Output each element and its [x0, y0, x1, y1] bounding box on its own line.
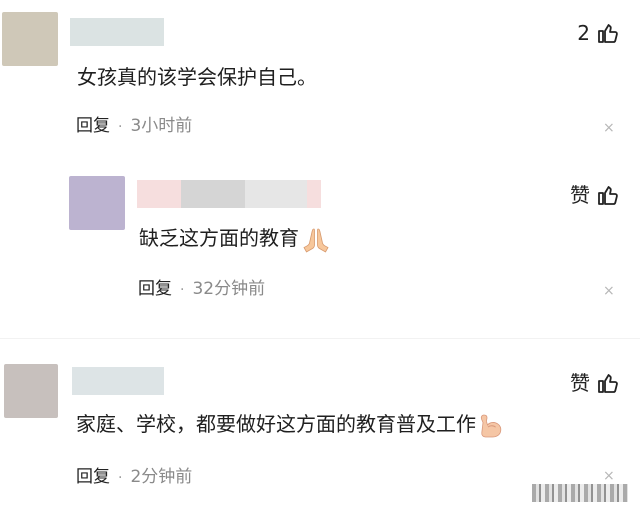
- like-button[interactable]: 2: [577, 20, 620, 46]
- reply-button[interactable]: 回复: [138, 279, 172, 299]
- like-button[interactable]: 赞: [570, 182, 620, 208]
- close-icon[interactable]: ×: [603, 468, 615, 484]
- name-segment: [181, 180, 245, 208]
- name-segment: [137, 180, 181, 208]
- like-count: 2: [577, 21, 590, 45]
- avatar[interactable]: [2, 12, 58, 66]
- comment-meta: 回复 · 3小时前: [76, 114, 192, 139]
- like-label: 赞: [570, 371, 590, 395]
- separator-dot: ·: [180, 282, 185, 298]
- reply-button[interactable]: 回复: [76, 467, 110, 487]
- divider: [0, 338, 640, 339]
- timestamp: 3小时前: [130, 116, 193, 136]
- separator-dot: ·: [118, 470, 123, 486]
- comment-text-content: 缺乏这方面的教育: [139, 226, 299, 250]
- reply-button[interactable]: 回复: [76, 116, 110, 136]
- timestamp: 32分钟前: [192, 279, 266, 299]
- thumbs-up-icon: [598, 186, 618, 205]
- avatar[interactable]: [4, 364, 58, 418]
- comment-meta: 回复 · 32分钟前: [138, 277, 265, 302]
- like-button[interactable]: 赞: [570, 370, 620, 396]
- comment-text-content: 家庭、学校，都要做好这方面的教育普及工作: [76, 412, 476, 436]
- separator-dot: ·: [118, 119, 123, 135]
- name-segment: [307, 180, 321, 208]
- thumbs-up-icon: [598, 24, 618, 43]
- flexed-biceps-emoji: [480, 414, 502, 437]
- comment-text: 女孩真的该学会保护自己。: [77, 65, 317, 89]
- avatar[interactable]: [69, 176, 125, 230]
- like-label: 赞: [570, 183, 590, 207]
- close-icon[interactable]: ×: [603, 283, 615, 299]
- watermark: [532, 484, 628, 502]
- comment-text: 缺乏这方面的教育: [139, 224, 331, 253]
- folded-hands-emoji: [303, 228, 329, 253]
- timestamp: 2分钟前: [130, 467, 193, 487]
- name-segment: [245, 180, 307, 208]
- username-blurred[interactable]: [72, 367, 164, 395]
- close-icon[interactable]: ×: [603, 120, 615, 136]
- thumbs-up-icon: [598, 374, 618, 393]
- username-blurred[interactable]: [70, 18, 164, 46]
- username-blurred[interactable]: [137, 180, 321, 208]
- comment-meta: 回复 · 2分钟前: [76, 465, 192, 490]
- comment-text: 家庭、学校，都要做好这方面的教育普及工作: [76, 410, 506, 439]
